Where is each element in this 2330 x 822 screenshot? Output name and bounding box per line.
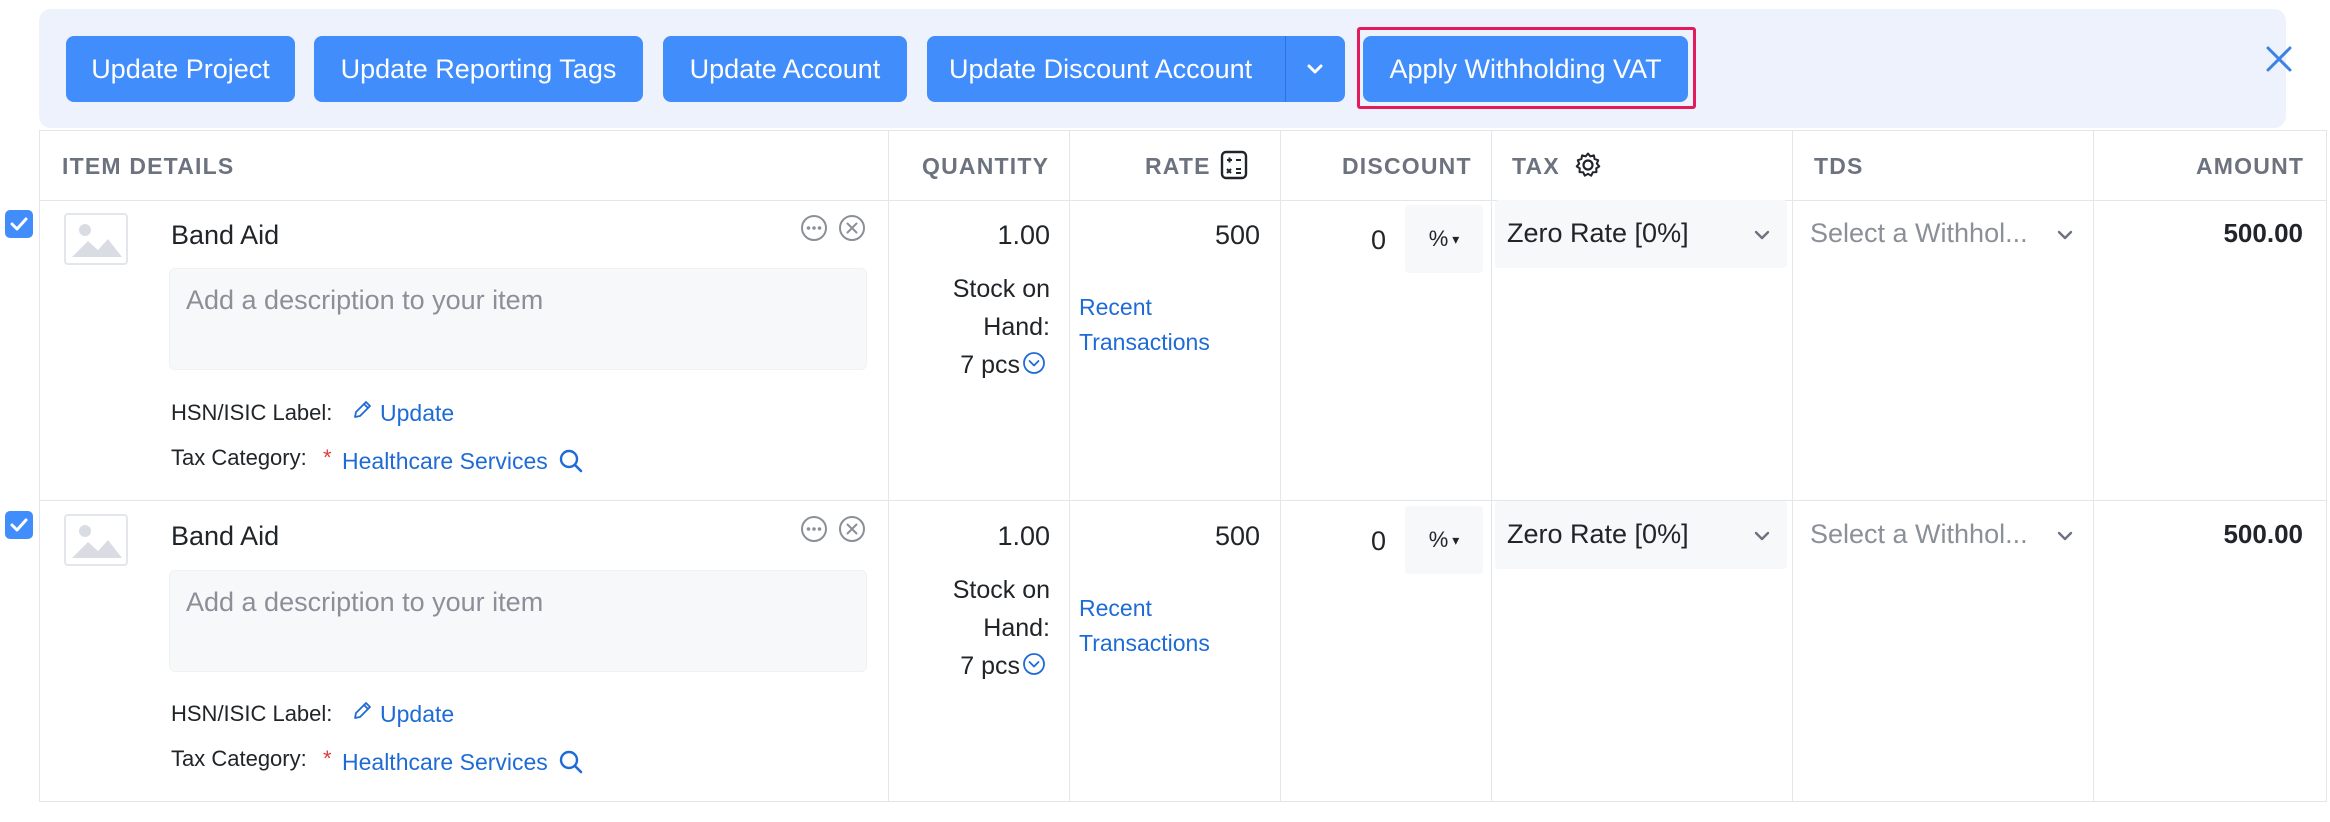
- update-reporting-tags-button[interactable]: Update Reporting Tags: [314, 36, 643, 102]
- caret-down-icon: ▾: [1452, 230, 1460, 247]
- item-name[interactable]: Band Aid: [171, 521, 279, 552]
- chevron-down-icon: [1751, 525, 1773, 547]
- chevron-down-icon: [1751, 224, 1773, 246]
- column-header-tax: TAX: [1512, 153, 1560, 179]
- item-description-placeholder: Add a description to your item: [186, 587, 544, 617]
- quantity-input[interactable]: 1.00: [940, 521, 1050, 552]
- required-mark: *: [323, 445, 332, 470]
- update-account-button[interactable]: Update Account: [663, 36, 907, 102]
- column-divider: [1069, 130, 1070, 802]
- item-description-placeholder: Add a description to your item: [186, 285, 544, 315]
- rate-input[interactable]: 500: [1100, 220, 1260, 251]
- tax-category-link[interactable]: Healthcare Services: [342, 448, 548, 475]
- stock-line: Stock on: [952, 275, 1050, 303]
- tax-category-label: Tax Category:: [171, 746, 307, 771]
- hsn-label: HSN/ISIC Label:: [171, 701, 333, 726]
- image-placeholder-icon[interactable]: [64, 514, 128, 566]
- update-project-button[interactable]: Update Project: [66, 36, 295, 102]
- search-icon[interactable]: [558, 749, 584, 775]
- item-name[interactable]: Band Aid: [171, 220, 279, 251]
- chevron-down-icon[interactable]: [1285, 36, 1345, 102]
- tds-placeholder: Select a Withhol...: [1810, 218, 2028, 248]
- chevron-down-circle-icon[interactable]: [1022, 652, 1046, 676]
- recent-transactions-link[interactable]: Recent: [1079, 595, 1152, 622]
- stock-line: Hand:: [983, 313, 1050, 341]
- column-divider: [888, 130, 889, 802]
- pencil-icon[interactable]: [351, 699, 373, 723]
- chevron-down-circle-icon[interactable]: [1022, 351, 1046, 375]
- remove-row-icon[interactable]: [838, 214, 866, 242]
- tax-category-link[interactable]: Healthcare Services: [342, 749, 548, 776]
- calculator-icon[interactable]: [1220, 150, 1248, 180]
- item-description-input[interactable]: Add a description to your item: [169, 268, 867, 370]
- column-divider: [1491, 130, 1492, 802]
- more-options-icon[interactable]: [800, 515, 828, 543]
- quantity-input[interactable]: 1.00: [940, 220, 1050, 251]
- item-description-input[interactable]: Add a description to your item: [169, 570, 867, 672]
- recent-transactions-link[interactable]: Recent: [1079, 294, 1152, 321]
- close-icon[interactable]: [2262, 42, 2296, 76]
- required-mark: *: [323, 746, 332, 771]
- column-header-amount: AMOUNT: [2196, 153, 2305, 179]
- tax-value: Zero Rate [0%]: [1507, 218, 1689, 248]
- stock-line: Stock on: [952, 576, 1050, 604]
- bulk-action-bar: Update Project Update Reporting Tags Upd…: [39, 9, 2292, 128]
- column-header-item-details: ITEM DETAILS: [62, 153, 235, 179]
- hsn-label: HSN/ISIC Label:: [171, 400, 333, 425]
- recent-transactions-link[interactable]: Transactions: [1079, 630, 1210, 657]
- discount-type-select[interactable]: % ▾: [1405, 205, 1483, 273]
- discount-type-value: %: [1428, 527, 1449, 552]
- hsn-update-link[interactable]: Update: [380, 400, 454, 427]
- gear-icon[interactable]: [1574, 151, 1602, 179]
- tds-placeholder: Select a Withhol...: [1810, 519, 2028, 549]
- table-header: ITEM DETAILS QUANTITY RATE DISCOUNT TAX …: [40, 130, 2326, 201]
- row-checkbox[interactable]: [5, 210, 33, 238]
- remove-row-icon[interactable]: [838, 515, 866, 543]
- image-placeholder-icon[interactable]: [64, 213, 128, 265]
- tax-select[interactable]: Zero Rate [0%]: [1495, 200, 1787, 268]
- discount-input[interactable]: 0: [1330, 225, 1386, 256]
- hsn-update-link[interactable]: Update: [380, 701, 454, 728]
- rate-input[interactable]: 500: [1100, 521, 1260, 552]
- recent-transactions-link[interactable]: Transactions: [1079, 329, 1210, 356]
- column-divider: [1792, 130, 1793, 802]
- tax-category-label: Tax Category:: [171, 445, 307, 470]
- more-options-icon[interactable]: [800, 214, 828, 242]
- column-header-rate: RATE: [1145, 153, 1211, 179]
- amount-value: 500.00: [2223, 218, 2303, 248]
- pencil-icon[interactable]: [351, 398, 373, 422]
- amount-value: 500.00: [2223, 519, 2303, 549]
- column-header-quantity: QUANTITY: [922, 153, 1050, 179]
- column-header-discount: DISCOUNT: [1342, 153, 1472, 179]
- update-discount-account-split-button: Update Discount Account: [927, 36, 1345, 102]
- discount-input[interactable]: 0: [1330, 526, 1386, 557]
- column-divider: [1280, 130, 1281, 802]
- stock-line: Hand:: [983, 614, 1050, 642]
- tax-value: Zero Rate [0%]: [1507, 519, 1689, 549]
- tax-select[interactable]: Zero Rate [0%]: [1495, 501, 1787, 569]
- discount-type-value: %: [1428, 226, 1449, 251]
- column-header-tds: TDS: [1814, 153, 1864, 179]
- update-discount-account-button[interactable]: Update Discount Account: [949, 54, 1252, 85]
- discount-type-select[interactable]: % ▾: [1405, 506, 1483, 574]
- row-checkbox[interactable]: [5, 511, 33, 539]
- caret-down-icon: ▾: [1452, 531, 1460, 548]
- search-icon[interactable]: [558, 448, 584, 474]
- highlight-box: [1357, 27, 1696, 109]
